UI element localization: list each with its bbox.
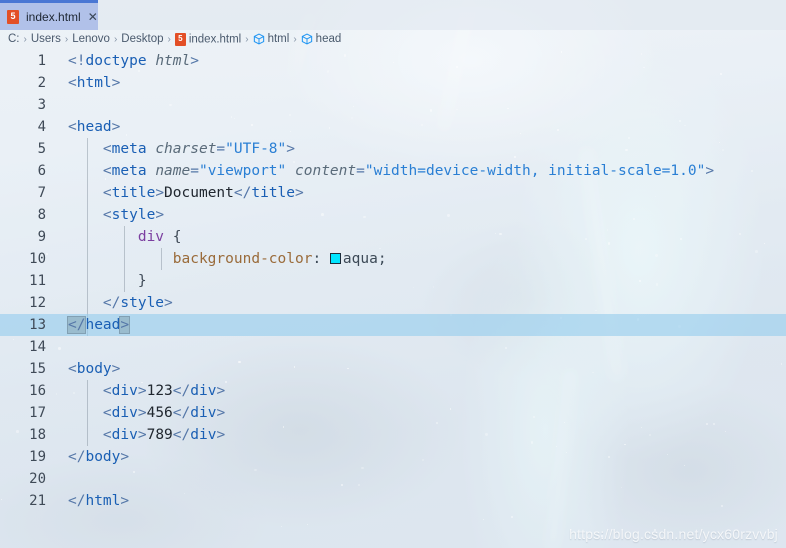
code-line-12[interactable]: 12 </style> <box>0 292 786 314</box>
line-number: 9 <box>37 229 46 245</box>
line-number: 19 <box>29 449 46 465</box>
color-swatch-icon[interactable] <box>329 253 341 264</box>
code-line-17[interactable]: 17 <div>456</div> <box>0 402 786 424</box>
code-text: } <box>137 273 147 289</box>
close-icon[interactable]: ✕ <box>88 11 98 23</box>
line-number: 18 <box>29 427 46 443</box>
code-text: <!doctype html> <box>68 53 199 69</box>
breadcrumb-separator: › <box>167 33 171 45</box>
tab-label: index.html <box>26 9 81 24</box>
breadcrumb-item-head[interactable]: head <box>301 33 342 46</box>
code-text: <style> <box>102 207 165 223</box>
breadcrumb: C: › Users › Lenovo › Desktop › 5 index.html › html… <box>8 30 341 48</box>
line-number: 3 <box>37 97 46 113</box>
code-text: <body> <box>68 361 121 377</box>
breadcrumb-separator: › <box>245 33 249 45</box>
breadcrumb-separator: › <box>113 33 118 45</box>
editor-window: 5 index.html ✕ C: › Users › Lenovo › Desktop › 5… <box>0 0 786 548</box>
line-number: 21 <box>29 493 46 509</box>
breadcrumb-item-label: C: <box>8 33 20 45</box>
breadcrumb-item-c[interactable]: C: <box>8 33 20 45</box>
code-line-3[interactable]: 3 <box>0 94 786 116</box>
line-number: 12 <box>29 295 46 311</box>
tab-bar: 5 index.html ✕ <box>0 0 786 30</box>
breadcrumb-item-label: head <box>315 33 342 46</box>
line-number: 7 <box>37 185 46 201</box>
line-number: 6 <box>37 163 46 179</box>
code-line-1[interactable]: 1 <!doctype html> <box>0 50 786 72</box>
line-number: 15 <box>29 361 46 377</box>
line-number: 4 <box>37 119 46 135</box>
html5-file-icon: 5 <box>174 32 186 46</box>
code-line-11[interactable]: 11 } <box>0 270 786 292</box>
html5-file-icon: 5 <box>7 9 19 24</box>
code-line-8[interactable]: 8 <style> <box>0 204 786 226</box>
breadcrumb-separator: › <box>23 33 27 45</box>
code-line-15[interactable]: 15 <body> <box>0 358 786 380</box>
code-line-10[interactable]: 10 background-color: aqua; <box>0 248 786 270</box>
code-line-2[interactable]: 2 <html> <box>0 72 786 94</box>
code-text: <head> <box>68 119 121 135</box>
code-line-5[interactable]: 5 <meta charset="UTF-8"> <box>0 138 786 160</box>
breadcrumb-separator: › <box>64 33 69 45</box>
line-number: 14 <box>29 339 46 355</box>
code-text: </body> <box>68 449 130 465</box>
breadcrumb-item-lenovo[interactable]: Lenovo <box>72 33 110 45</box>
code-line-16[interactable]: 16 <div>123</div> <box>0 380 786 402</box>
code-text: div { <box>137 229 182 245</box>
code-line-21[interactable]: 21 </html> <box>0 490 786 512</box>
code-line-18[interactable]: 18 <div>789</div> <box>0 424 786 446</box>
html5-icon-glyph: 5 <box>10 11 16 21</box>
code-text: <div>456</div> <box>102 405 226 421</box>
symbol-cube-icon <box>253 33 265 45</box>
code-text: <meta name="viewport" content="width=dev… <box>102 163 715 179</box>
breadcrumb-item-desktop[interactable]: Desktop <box>121 33 163 45</box>
breadcrumb-item-label: Lenovo <box>72 33 110 45</box>
code-text: <meta charset="UTF-8"> <box>102 141 295 157</box>
code-line-13[interactable]: 13 </head> <box>0 314 786 336</box>
line-number: 10 <box>29 251 46 267</box>
line-number: 1 <box>37 53 46 69</box>
breadcrumb-item-label: Desktop <box>121 33 164 45</box>
line-number: 11 <box>29 273 46 289</box>
code-line-7[interactable]: 7 <title>Document</title> <box>0 182 786 204</box>
breadcrumb-item-label: html <box>267 33 290 46</box>
breadcrumb-item-html[interactable]: html <box>253 33 290 46</box>
code-line-6[interactable]: 6 <meta name="viewport" content="width=d… <box>0 160 786 182</box>
line-number: 5 <box>37 141 46 157</box>
line-number: 8 <box>37 207 46 223</box>
line-number: 20 <box>29 471 46 487</box>
code-lines: 1 <!doctype html> 2 <html> 3 4 <head> 5 <meta c… <box>0 50 786 512</box>
code-text: <div>123</div> <box>102 383 226 399</box>
code-text: background-color: aqua; <box>172 251 387 267</box>
code-line-14[interactable]: 14 <box>0 336 786 358</box>
breadcrumb-item-users[interactable]: Users <box>31 33 61 45</box>
tab-index-html[interactable]: 5 index.html ✕ <box>0 0 98 30</box>
breadcrumb-item-indexhtml[interactable]: 5 index.html <box>174 32 242 46</box>
code-text: </style> <box>102 295 173 311</box>
code-line-9[interactable]: 9 div { <box>0 226 786 248</box>
code-text: <html> <box>68 75 121 91</box>
breadcrumb-item-label: Users <box>30 33 61 45</box>
breadcrumb-separator: › <box>293 33 297 45</box>
symbol-cube-icon <box>301 33 313 45</box>
code-text: <div>789</div> <box>102 427 226 443</box>
breadcrumb-item-label: index.html <box>188 33 242 46</box>
line-number: 2 <box>37 75 46 91</box>
code-line-19[interactable]: 19 </body> <box>0 446 786 468</box>
line-number: 13 <box>29 317 46 333</box>
code-line-4[interactable]: 4 <head> <box>0 116 786 138</box>
code-text: </html> <box>68 493 130 509</box>
code-text: </head> <box>66 316 131 334</box>
line-number: 16 <box>29 383 46 399</box>
line-number: 17 <box>29 405 46 421</box>
code-text: <title>Document</title> <box>102 185 304 201</box>
code-line-20[interactable]: 20 <box>0 468 786 490</box>
code-editor[interactable]: 1 <!doctype html> 2 <html> 3 4 <head> 5 <meta c… <box>0 50 786 548</box>
